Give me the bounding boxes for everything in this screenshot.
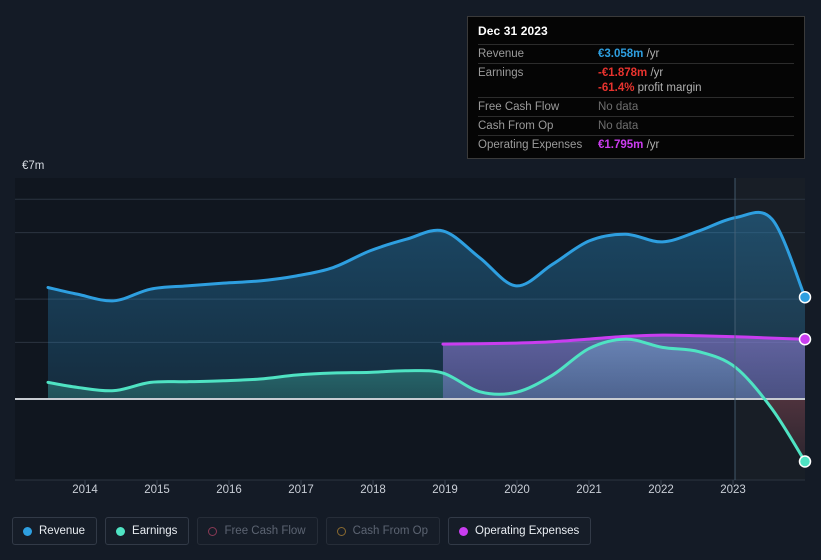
tooltip-value-earnings: -€1.878m /yr [598, 64, 794, 83]
tooltip-label-cash-from-op: Cash From Op [478, 117, 598, 136]
x-axis-tick-2019: 2019 [432, 484, 458, 496]
tooltip-value-revenue: €3.058m /yr [598, 45, 794, 64]
tooltip-value-cash-from-op: No data [598, 117, 794, 136]
tooltip-label-free-cash-flow: Free Cash Flow [478, 98, 598, 117]
tooltip-label-earnings: Earnings [478, 64, 598, 83]
tooltip-table: Revenue €3.058m /yr Earnings -€1.878m /y… [478, 44, 794, 154]
tooltip-amount-revenue: €3.058m [598, 48, 643, 60]
legend-marker-ring-icon [337, 527, 346, 536]
tooltip-label-operating-expenses: Operating Expenses [478, 136, 598, 155]
endpoint-marker-operating-expenses [800, 334, 811, 345]
tooltip-row-earnings: Earnings -€1.878m /yr [478, 64, 794, 83]
tooltip-row-free-cash-flow: Free Cash Flow No data [478, 98, 794, 117]
legend-item-earnings[interactable]: Earnings [105, 517, 189, 545]
x-axis-tick-2021: 2021 [576, 484, 602, 496]
legend-label: Free Cash Flow [224, 525, 305, 537]
legend-label: Earnings [132, 525, 177, 537]
tooltip-label-revenue: Revenue [478, 45, 598, 64]
x-axis-tick-2014: 2014 [72, 484, 98, 496]
legend-item-revenue[interactable]: Revenue [12, 517, 97, 545]
tooltip-amount-cash-from-op: No data [598, 120, 638, 132]
endpoint-marker-earnings [800, 456, 811, 467]
tooltip-amount-free-cash-flow: No data [598, 101, 638, 113]
tooltip-row-cash-from-op: Cash From Op No data [478, 117, 794, 136]
chart-legend[interactable]: Revenue Earnings Free Cash Flow Cash From O… [12, 517, 591, 545]
legend-item-operating-expenses[interactable]: Operating Expenses [448, 517, 591, 545]
chart-plot-area[interactable] [0, 150, 821, 495]
endpoint-marker-revenue [800, 292, 811, 303]
legend-marker-dot-icon [459, 527, 468, 536]
x-axis-tick-2017: 2017 [288, 484, 314, 496]
x-axis-tick-2016: 2016 [216, 484, 242, 496]
legend-item-free-cash-flow[interactable]: Free Cash Flow [197, 517, 317, 545]
tooltip-label-profit-margin [478, 82, 598, 98]
legend-label: Revenue [39, 525, 85, 537]
chart-svg [0, 150, 821, 495]
tooltip-date: Dec 31 2023 [478, 24, 794, 44]
x-axis-tick-2020: 2020 [504, 484, 530, 496]
legend-marker-dot-icon [116, 527, 125, 536]
tooltip-amount-profit-margin: -61.4% [598, 82, 634, 94]
tooltip-unit-operating-expenses: /yr [647, 139, 660, 151]
tooltip-amount-earnings: -€1.878m [598, 67, 647, 79]
legend-item-cash-from-op[interactable]: Cash From Op [326, 517, 440, 545]
tooltip-value-free-cash-flow: No data [598, 98, 794, 117]
tooltip-row-revenue: Revenue €3.058m /yr [478, 45, 794, 64]
tooltip-row-operating-expenses: Operating Expenses €1.795m /yr [478, 136, 794, 155]
x-axis-tick-2015: 2015 [144, 484, 170, 496]
x-axis-tick-2018: 2018 [360, 484, 386, 496]
legend-label: Operating Expenses [475, 525, 579, 537]
x-axis-tick-2023: 2023 [720, 484, 746, 496]
tooltip-unit-earnings: /yr [650, 67, 663, 79]
financial-chart-panel: Dec 31 2023 Revenue €3.058m /yr Earnings… [0, 0, 821, 560]
chart-tooltip: Dec 31 2023 Revenue €3.058m /yr Earnings… [467, 16, 805, 159]
tooltip-unit-revenue: /yr [647, 48, 660, 60]
legend-marker-ring-icon [208, 527, 217, 536]
x-axis: 2014 2015 2016 2017 2018 2019 2020 2021 2022 2023 [0, 484, 821, 506]
legend-marker-dot-icon [23, 527, 32, 536]
tooltip-value-profit-margin: -61.4% profit margin [598, 82, 794, 98]
tooltip-value-operating-expenses: €1.795m /yr [598, 136, 794, 155]
tooltip-row-profit-margin: -61.4% profit margin [478, 82, 794, 98]
tooltip-amount-operating-expenses: €1.795m [598, 139, 643, 151]
tooltip-unit-profit-margin: profit margin [638, 82, 702, 94]
x-axis-tick-2022: 2022 [648, 484, 674, 496]
legend-label: Cash From Op [353, 525, 428, 537]
